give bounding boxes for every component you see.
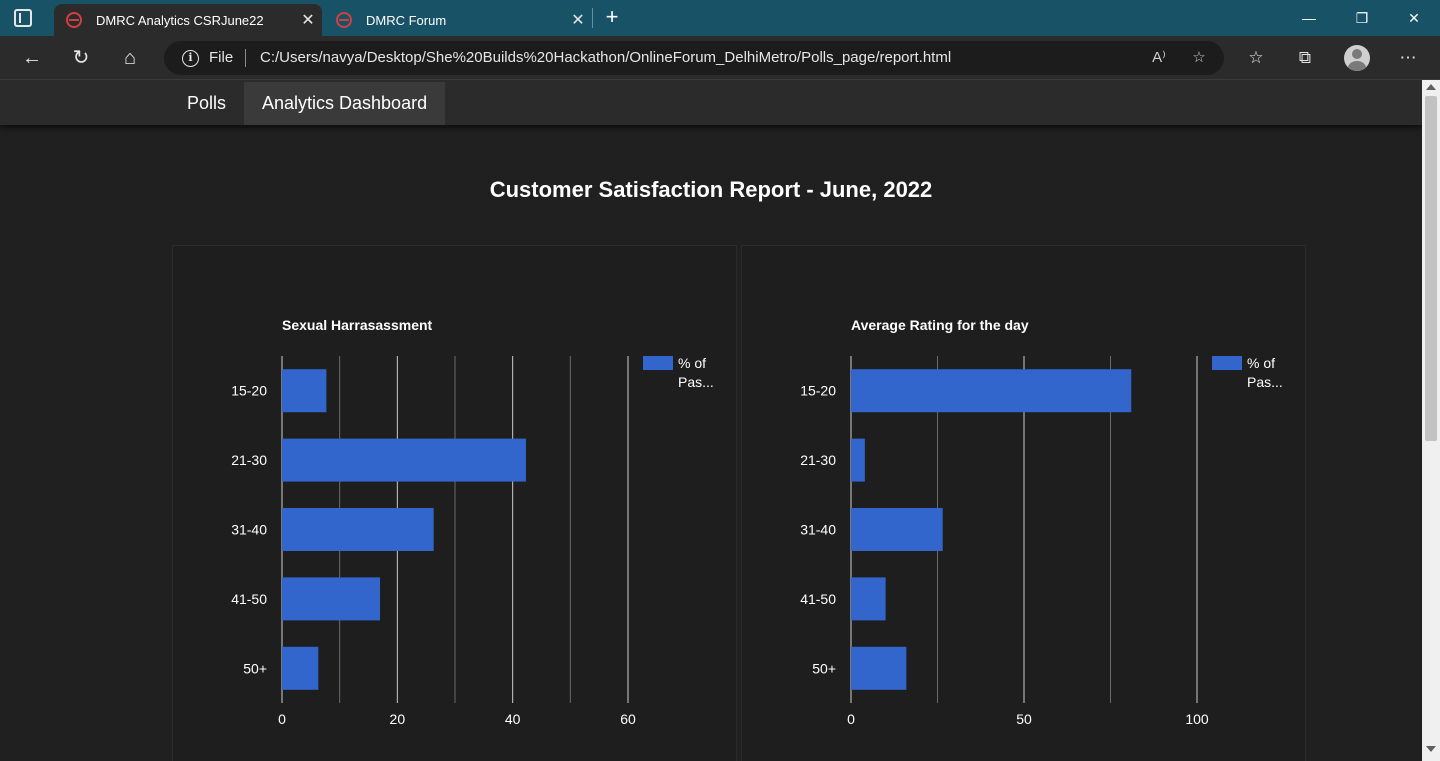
profile-avatar[interactable]	[1344, 45, 1370, 71]
page-content: Polls Analytics Dashboard Customer Satis…	[0, 80, 1422, 761]
add-favorite-icon[interactable]: ☆	[1186, 47, 1212, 69]
nav-analytics-dashboard-link[interactable]: Analytics Dashboard	[244, 82, 446, 125]
tab-divider	[592, 8, 593, 28]
close-window-button[interactable]: ✕	[1391, 0, 1437, 36]
browser-toolbar: ← ↻ ⌂ i File C:/Users/navya/Desktop/She%…	[0, 36, 1440, 80]
x-tick-label: 60	[620, 711, 636, 727]
legend-label: Pas...	[1247, 374, 1283, 390]
legend-label: % of	[678, 355, 706, 371]
x-tick-label: 0	[847, 711, 855, 727]
scroll-down-arrow-icon[interactable]	[1426, 746, 1436, 752]
report-title: Customer Satisfaction Report - June, 202…	[489, 177, 933, 202]
y-tick-label: 21-30	[231, 452, 267, 468]
address-divider	[245, 49, 246, 67]
page-scrollbar[interactable]	[1422, 80, 1440, 761]
y-tick-label: 41-50	[231, 591, 267, 607]
x-tick-label: 100	[1185, 711, 1209, 727]
y-tick-label: 50+	[243, 660, 267, 676]
y-tick-label: 31-40	[800, 522, 836, 538]
tab-close-icon[interactable]: ✕	[294, 10, 322, 30]
info-icon[interactable]: i	[182, 50, 199, 67]
x-tick-label: 0	[278, 711, 286, 727]
bar-31-40	[282, 508, 434, 551]
collections-icon[interactable]: ⧉	[1291, 46, 1319, 70]
legend-swatch	[643, 356, 673, 370]
dmrc-favicon-icon	[336, 12, 352, 28]
x-tick-label: 20	[390, 711, 406, 727]
dmrc-favicon-icon	[66, 12, 82, 28]
legend-label: Pas...	[678, 374, 714, 390]
legend-label: % of	[1247, 355, 1275, 371]
bar-31-40	[851, 508, 943, 551]
tab-close-icon[interactable]: ✕	[564, 10, 592, 30]
y-tick-label: 15-20	[800, 383, 836, 399]
minimize-button[interactable]: —	[1286, 0, 1332, 36]
y-tick-label: 31-40	[231, 522, 267, 538]
scroll-thumb[interactable]	[1425, 96, 1437, 441]
address-bar[interactable]: i File C:/Users/navya/Desktop/She%20Buil…	[164, 41, 1224, 75]
bar-chart-sexual-harassment: Sexual Harrasassment 15-20 21-30 31-40 41-50…	[231, 317, 714, 727]
legend-swatch	[1212, 356, 1242, 370]
bar-50+	[282, 646, 319, 690]
tab-dmrc-analytics[interactable]: DMRC Analytics CSRJune22 ✕	[54, 4, 322, 36]
x-tick-label: 40	[505, 711, 521, 727]
back-button[interactable]: ←	[17, 44, 47, 72]
restore-button[interactable]: ❐	[1339, 0, 1385, 36]
read-aloud-icon[interactable]: A⁾	[1146, 47, 1172, 69]
new-tab-button[interactable]: +	[600, 4, 624, 32]
tab-title: DMRC Analytics CSRJune22	[96, 12, 264, 28]
browser-title-bar: DMRC Analytics CSRJune22 ✕ DMRC Forum ✕ …	[0, 0, 1440, 36]
tab-title: DMRC Forum	[366, 12, 447, 28]
y-tick-label: 15-20	[231, 383, 267, 399]
bar-41-50	[282, 577, 381, 621]
tab-actions-icon[interactable]	[14, 9, 32, 27]
bar-chart-average-rating: Average Rating for the day 15-20 21-30 31-4…	[800, 317, 1283, 727]
more-options-icon[interactable]: ⋯	[1394, 46, 1422, 70]
nav-polls-link[interactable]: Polls	[169, 82, 244, 125]
url-input[interactable]: C:/Users/navya/Desktop/She%20Builds%20Ha…	[260, 49, 951, 66]
y-tick-label: 41-50	[800, 591, 836, 607]
y-tick-label: 21-30	[800, 452, 836, 468]
bar-21-30	[282, 438, 526, 482]
refresh-button[interactable]: ↻	[66, 44, 96, 72]
home-button[interactable]: ⌂	[115, 44, 145, 72]
y-tick-label: 50+	[812, 660, 836, 676]
chart-card-average-rating: Average Rating for the day 15-20 21-30 31-4…	[741, 245, 1306, 761]
tab-dmrc-forum[interactable]: DMRC Forum ✕	[324, 4, 592, 36]
bar-21-30	[851, 438, 865, 482]
bar-41-50	[851, 577, 886, 621]
x-tick-label: 50	[1016, 711, 1032, 727]
chart-title: Sexual Harrasassment	[282, 317, 433, 333]
chart-title: Average Rating for the day	[851, 317, 1029, 333]
chart-card-sexual-harassment: Sexual Harrasassment 15-20 21-30 31-40 41-50…	[172, 245, 737, 761]
bar-15-20	[282, 369, 327, 413]
site-navbar: Polls Analytics Dashboard	[0, 80, 1422, 125]
scheme-label: File	[209, 49, 234, 66]
favorites-icon[interactable]: ☆	[1242, 46, 1270, 70]
scroll-up-arrow-icon[interactable]	[1426, 84, 1436, 90]
bar-50+	[851, 646, 907, 690]
bar-15-20	[851, 369, 1132, 413]
